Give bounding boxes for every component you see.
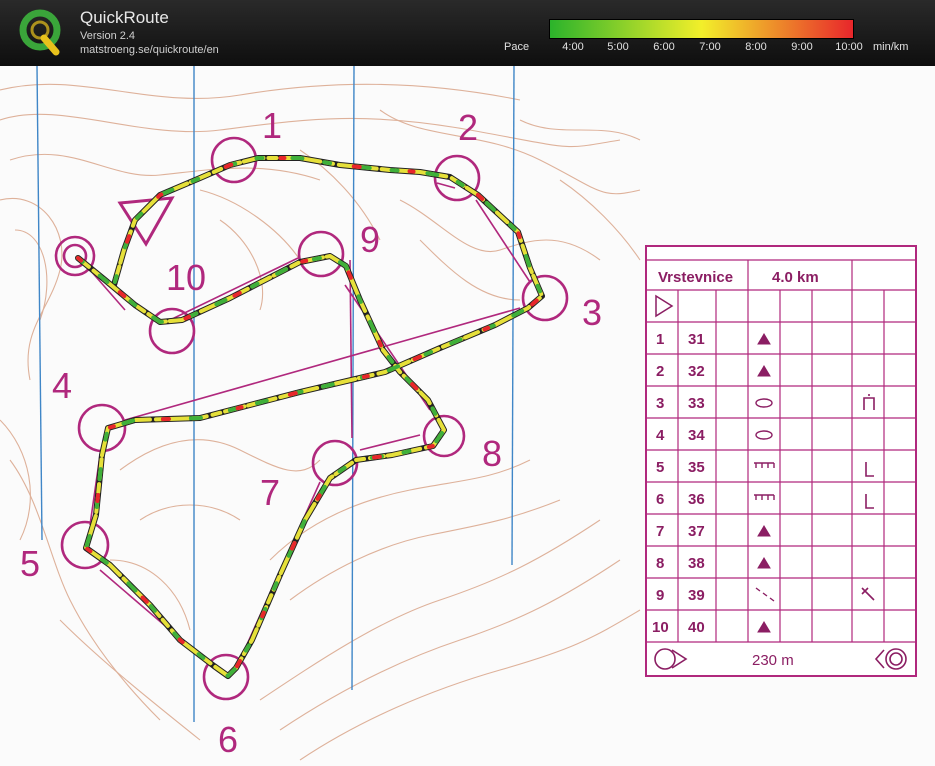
row-code: 35: [688, 459, 705, 476]
control-description-table: Vrstevnice 4.0 km 1 31 2 32 3 33 4 34 5 …: [645, 245, 917, 677]
row-number: 2: [656, 363, 664, 380]
control-number: 8: [482, 433, 502, 474]
quickroute-logo-icon: [19, 9, 61, 56]
row-number: 6: [656, 491, 664, 508]
contour-lines: [0, 83, 641, 761]
row-number: 1: [656, 331, 664, 348]
row-number: 3: [656, 395, 664, 412]
finish-distance: 230 m: [752, 652, 794, 669]
pace-tick: 5:00: [607, 41, 629, 53]
pace-label: Pace: [504, 41, 530, 53]
control-number: 7: [260, 472, 280, 513]
control-number: 5: [20, 543, 40, 584]
course-name: Vrstevnice: [658, 269, 733, 286]
row-code: 32: [688, 363, 705, 380]
control-number: 1: [262, 105, 282, 146]
app-version: Version 2.4: [80, 30, 136, 42]
row-number: 4: [656, 427, 665, 444]
control-number: 2: [458, 107, 478, 148]
pace-tick: 7:00: [699, 41, 721, 53]
pace-tick: 8:00: [745, 41, 767, 53]
pace-unit: min/km: [873, 41, 909, 53]
course-legs: [89, 182, 531, 667]
orienteering-map[interactable]: 1 2 3 4 5 6 7 8 9 10 Vrstevnice 4.0 km 1…: [0, 66, 935, 766]
row-code: 37: [688, 523, 705, 540]
row-code: 40: [688, 619, 705, 636]
pace-color-legend: [549, 19, 854, 39]
pace-tick: 9:00: [791, 41, 813, 53]
row-code: 31: [688, 331, 705, 348]
control-number: 10: [166, 257, 206, 298]
row-number: 10: [652, 619, 669, 636]
control-number: 6: [218, 719, 238, 760]
row-number: 8: [656, 555, 664, 572]
pace-tick: 10:00: [835, 41, 863, 53]
row-code: 38: [688, 555, 705, 572]
app-title: QuickRoute: [80, 8, 169, 27]
pace-tick: 4:00: [562, 41, 584, 53]
row-number: 9: [656, 587, 664, 604]
north-lines: [36, 66, 515, 722]
pace-tick: 6:00: [653, 41, 675, 53]
course-length: 4.0 km: [772, 269, 819, 286]
control-number: 3: [582, 292, 602, 333]
app-url: matstroeng.se/quickroute/en: [80, 44, 219, 56]
row-code: 36: [688, 491, 705, 508]
row-number: 5: [656, 459, 664, 476]
row-code: 34: [688, 427, 705, 444]
control-number: 4: [52, 365, 72, 406]
row-code: 39: [688, 587, 705, 604]
control-number: 9: [360, 219, 380, 260]
row-number: 7: [656, 523, 664, 540]
header-bar: QuickRoute Version 2.4 matstroeng.se/qui…: [0, 0, 935, 66]
row-code: 33: [688, 395, 705, 412]
